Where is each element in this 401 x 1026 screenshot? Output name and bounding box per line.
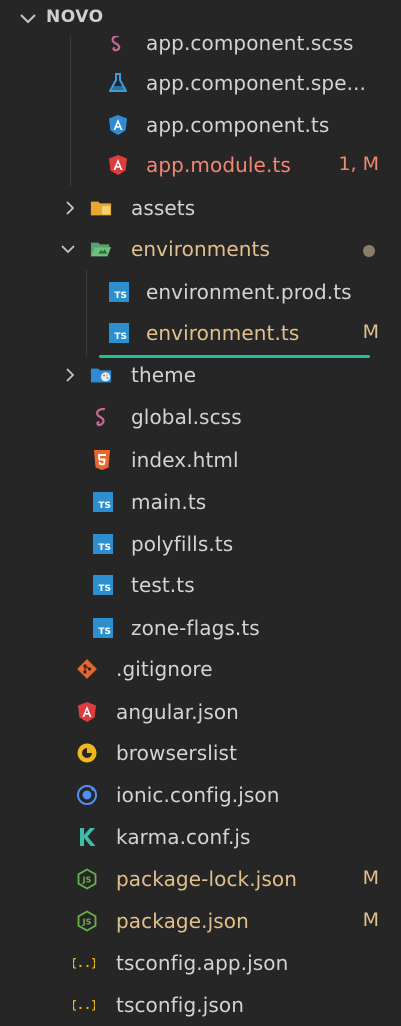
tree-item-label: .gitignore [116, 657, 213, 681]
html5-icon [91, 449, 113, 471]
tree-item-label: app.module.ts [146, 153, 291, 177]
typescript-icon: TS [108, 322, 130, 344]
tree-item-label: zone-flags.ts [131, 616, 260, 640]
tree-item-label: global.scss [131, 405, 242, 429]
tree-item-label: app.component.spe... [146, 71, 366, 95]
sass-icon [91, 406, 113, 428]
tree-item-label: environment.prod.ts [146, 280, 352, 304]
git-icon [76, 658, 98, 680]
tree-item-environment-ts[interactable]: TS environment.ts M [0, 312, 401, 354]
typescript-icon: TS [92, 533, 114, 555]
json-braces-icon: {..} [73, 952, 95, 974]
tree-item-environments[interactable]: environments [0, 228, 401, 270]
angular-icon [107, 154, 129, 176]
explorer-section-header[interactable]: NOVO [0, 0, 401, 36]
problem-status-badge: 1, M [338, 153, 379, 175]
nodejs-icon: JS [76, 868, 98, 890]
tree-item-label: tsconfig.app.json [116, 951, 289, 975]
tree-item-label: app.component.ts [146, 113, 330, 137]
tree-item-label: environment.ts [146, 321, 300, 345]
tree-item-label: ionic.config.json [116, 783, 280, 807]
nodejs-icon: JS [76, 910, 98, 932]
typescript-icon: TS [92, 491, 114, 513]
browserslist-icon [76, 742, 98, 764]
svg-text:JS: JS [82, 918, 92, 927]
angular-icon [76, 701, 98, 723]
tree-item-angular-json[interactable]: angular.json [0, 691, 401, 733]
svg-text:{..}: {..} [73, 998, 95, 1012]
modified-dot-icon [363, 245, 375, 257]
angular-component-icon [107, 114, 129, 136]
tree-item-label: angular.json [116, 700, 239, 724]
tree-item-gitignore[interactable]: .gitignore [0, 648, 401, 690]
tree-item-tsconfig-app-json[interactable]: {..} tsconfig.app.json [0, 942, 401, 984]
modified-status-badge: M [362, 867, 379, 889]
tree-item-label: polyfills.ts [131, 532, 234, 556]
tree-item-label: main.ts [131, 490, 207, 514]
typescript-icon: TS [92, 617, 114, 639]
tree-item-package-json[interactable]: JS package.json M [0, 900, 401, 942]
tree-item-label: assets [131, 196, 196, 220]
modified-status-badge: M [362, 321, 379, 343]
tree-item-label: index.html [131, 448, 239, 472]
chevron-right-icon[interactable] [62, 367, 78, 383]
tree-item-index-html[interactable]: index.html [0, 439, 401, 481]
file-tree: app.component.scss app.component.spe... … [0, 0, 401, 1017]
chevron-right-icon[interactable] [62, 200, 78, 216]
folder-icon [90, 197, 112, 219]
chevron-down-icon[interactable] [18, 9, 38, 29]
palette-folder-icon [90, 364, 112, 386]
tree-item-karma-conf-js[interactable]: karma.conf.js [0, 816, 401, 858]
typescript-icon: TS [108, 281, 130, 303]
flask-icon [107, 72, 129, 94]
tree-item-environment-prod-ts[interactable]: TS environment.prod.ts [0, 271, 401, 313]
tree-item-label: browserslist [116, 741, 238, 765]
svg-text:JS: JS [82, 876, 92, 885]
modified-status-badge: M [362, 909, 379, 931]
tree-item-label: package-lock.json [116, 867, 297, 891]
tree-item-global-scss[interactable]: global.scss [0, 396, 401, 438]
section-title: NOVO [46, 7, 104, 27]
tree-item-polyfills-ts[interactable]: TS polyfills.ts [0, 523, 401, 565]
tree-item-zone-flags-ts[interactable]: TS zone-flags.ts [0, 607, 401, 649]
tree-item-label: package.json [116, 909, 249, 933]
tree-item-browserslist[interactable]: browserslist [0, 732, 401, 774]
tree-item-ionic-config-json[interactable]: ionic.config.json [0, 774, 401, 816]
tree-item-package-lock-json[interactable]: JS package-lock.json M [0, 858, 401, 900]
tree-item-app-module-ts[interactable]: app.module.ts 1, M [0, 144, 401, 186]
tree-item-app-component-spec[interactable]: app.component.spe... [0, 62, 401, 104]
chevron-down-icon[interactable] [60, 241, 76, 257]
tree-item-assets[interactable]: assets [0, 187, 401, 229]
svg-text:{..}: {..} [73, 956, 95, 970]
tree-item-main-ts[interactable]: TS main.ts [0, 481, 401, 523]
typescript-icon: TS [92, 574, 114, 596]
tree-item-label: theme [131, 363, 197, 387]
tree-item-theme[interactable]: theme [0, 354, 401, 396]
folder-open-icon [90, 238, 112, 260]
tree-item-label: karma.conf.js [116, 825, 251, 849]
json-braces-icon: {..} [73, 994, 95, 1016]
tree-item-test-ts[interactable]: TS test.ts [0, 564, 401, 606]
ionic-icon [76, 784, 98, 806]
tree-item-tsconfig-json[interactable]: {..} tsconfig.json [0, 984, 401, 1026]
karma-icon [76, 826, 98, 848]
tree-item-app-component-ts[interactable]: app.component.ts [0, 104, 401, 146]
tree-item-label: environments [131, 237, 270, 261]
tree-item-label: test.ts [131, 573, 195, 597]
tree-item-label: tsconfig.json [116, 993, 245, 1017]
